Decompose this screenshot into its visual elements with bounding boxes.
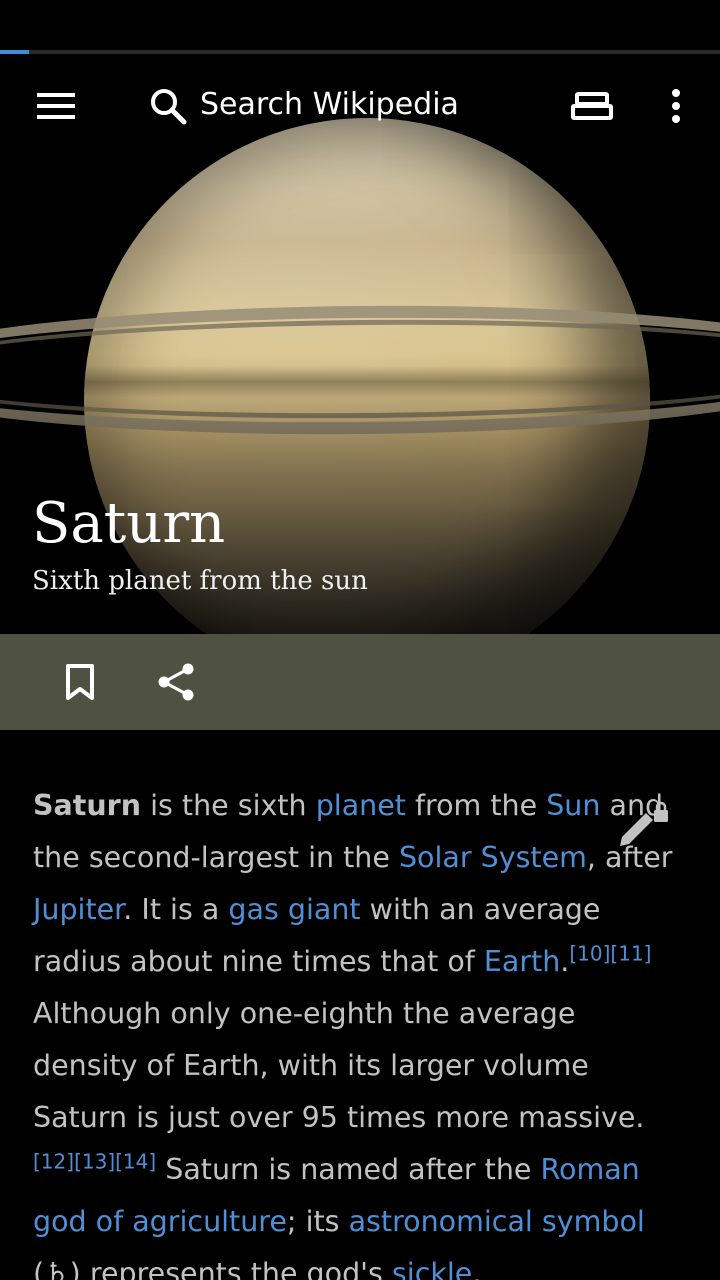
body-text: (♄) represents the god's — [33, 1257, 392, 1280]
citation-link[interactable]: [11] — [610, 942, 651, 966]
body-text: is the sixth — [141, 789, 316, 822]
citation-link[interactable]: [13] — [74, 1150, 115, 1174]
share-button[interactable] — [146, 654, 206, 710]
article-link[interactable]: Solar System — [399, 841, 587, 874]
body-text: Although only one-eighth the average den… — [33, 997, 645, 1134]
citation-link[interactable]: [12] — [33, 1150, 74, 1174]
bookmark-icon — [66, 664, 94, 700]
article-link[interactable]: gas giant — [228, 893, 360, 926]
article-content: Saturn is the sixth planet from the Sun … — [0, 730, 720, 1280]
save-page-button[interactable] — [50, 654, 110, 710]
bold-term: Saturn — [33, 789, 142, 822]
search-placeholder[interactable]: Search Wikipedia — [200, 87, 459, 122]
article-link[interactable]: Sun — [546, 789, 600, 822]
body-text: ; its — [286, 1205, 349, 1238]
reading-lists-icon — [571, 92, 613, 120]
menu-button[interactable] — [24, 78, 88, 134]
body-text: . — [472, 1257, 482, 1280]
citation: [10] — [569, 942, 610, 966]
lead-paragraph: Saturn is the sixth planet from the Sun … — [33, 780, 683, 1280]
page-action-bar — [0, 634, 720, 730]
citation: [13] — [74, 1150, 115, 1174]
article-link[interactable]: sickle — [392, 1257, 472, 1280]
overflow-menu-button[interactable] — [650, 78, 702, 134]
tabs-button[interactable] — [562, 78, 622, 134]
page-description: Sixth planet from the sun — [32, 566, 368, 596]
body-text: . — [560, 945, 570, 978]
body-text: . It is a — [123, 893, 229, 926]
edit-locked-icon — [620, 801, 668, 846]
citation: [11] — [610, 942, 651, 966]
menu-icon — [37, 93, 75, 119]
citation-link[interactable]: [10] — [569, 942, 610, 966]
top-toolbar: Search Wikipedia — [0, 54, 720, 158]
body-text: Saturn is named after the — [156, 1153, 541, 1186]
article-link[interactable]: astronomical symbol — [349, 1205, 645, 1238]
citation: [14] — [115, 1150, 156, 1174]
search-icon — [151, 89, 187, 125]
overflow-menu-icon — [672, 89, 680, 123]
status-bar — [0, 0, 720, 50]
citation: [12] — [33, 1150, 74, 1174]
share-icon — [158, 663, 194, 701]
citation-link[interactable]: [14] — [115, 1150, 156, 1174]
article-link[interactable]: Jupiter — [33, 893, 123, 926]
article-link[interactable]: planet — [316, 789, 406, 822]
page-title: Saturn — [32, 491, 226, 556]
body-text: from the — [405, 789, 547, 822]
article-link[interactable]: Earth — [484, 945, 560, 978]
edit-button[interactable] — [616, 800, 672, 854]
